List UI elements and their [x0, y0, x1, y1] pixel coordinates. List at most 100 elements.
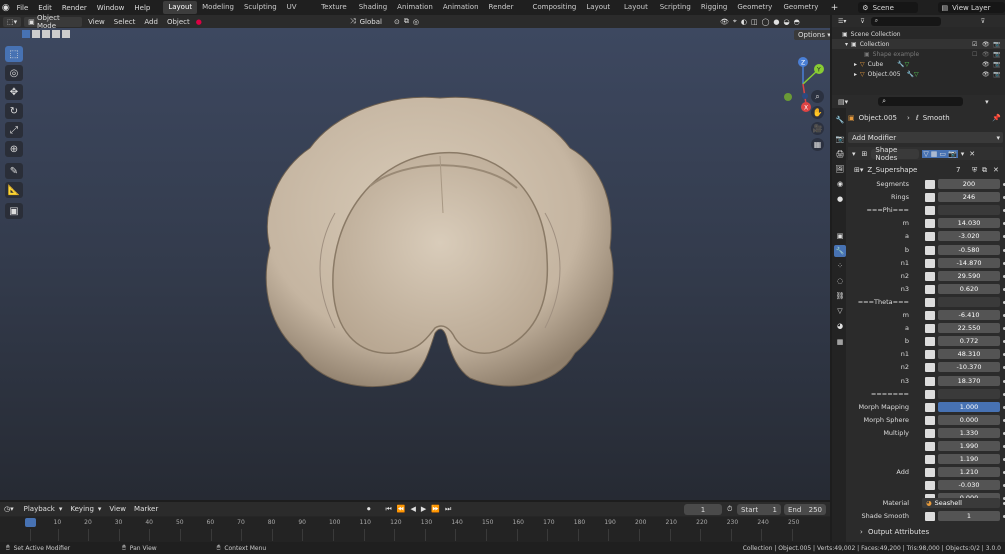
param-socket-icon[interactable]: [925, 350, 935, 360]
render-tab-icon[interactable]: 📷: [834, 133, 846, 145]
3d-viewport[interactable]: Options ▾ ⬚ ◎ ✥ ↻ ⤢ ⊕ ✎ 📐 ▣ Z Y X ⌕ ✋ 🎥 …: [0, 28, 830, 500]
neg-y-axis-icon[interactable]: [784, 93, 792, 101]
constraints-tab-icon[interactable]: ⛓: [834, 290, 846, 302]
cube-expand-icon[interactable]: ▸: [854, 61, 857, 68]
modifier-name-field[interactable]: Shape Nodes: [871, 146, 920, 162]
modifier-tab-icon[interactable]: 🔧: [834, 245, 846, 257]
param-value-field[interactable]: -0.030: [938, 480, 1000, 491]
output-attributes-row[interactable]: › Output Attributes: [846, 526, 1005, 538]
select-subtract-icon[interactable]: [42, 30, 50, 38]
param-socket-icon[interactable]: [925, 337, 935, 347]
filter-icon[interactable]: ⊽: [860, 18, 864, 25]
modifier-collapse-icon[interactable]: ▾: [852, 150, 856, 158]
object-menu[interactable]: Object: [164, 18, 193, 26]
modifier-menu-icon[interactable]: ▾: [961, 150, 965, 158]
menu-help[interactable]: Help: [129, 4, 155, 12]
add-cube-tool[interactable]: ▣: [5, 203, 23, 219]
blender-logo-icon[interactable]: ◉: [0, 1, 12, 14]
param-socket-icon[interactable]: [925, 363, 935, 373]
workspace-tab-uv-editing[interactable]: UV Editing: [282, 1, 316, 24]
mode-selector[interactable]: ▣ Object Mode: [24, 14, 83, 30]
workspace-tab-geometry-nodes[interactable]: Geometry Nodes: [732, 1, 778, 24]
overlay-icon[interactable]: ◐: [741, 18, 747, 26]
cage-icon[interactable]: ▦: [929, 149, 939, 158]
workspace-tab-modeling[interactable]: Modeling: [197, 1, 239, 14]
gizmo-icon[interactable]: ⌖: [733, 17, 737, 26]
tool-tab-icon[interactable]: 🔧: [834, 114, 846, 126]
jump-keyframe-forward-icon[interactable]: ⏩: [431, 505, 440, 513]
wireframe-shading-icon[interactable]: ◯: [762, 18, 770, 26]
shape-example-camera-icon[interactable]: 📷: [993, 51, 1000, 58]
camera-icon[interactable]: 🎥: [811, 122, 824, 135]
param-socket-icon[interactable]: [925, 428, 935, 438]
workspace-tab-scripting[interactable]: Scripting: [655, 1, 696, 14]
select-box-tool[interactable]: ⬚: [5, 46, 23, 62]
texture-tab-icon[interactable]: ▦: [834, 336, 846, 348]
param-socket-icon[interactable]: [925, 284, 935, 294]
workspace-tab-rigging[interactable]: Rigging: [696, 1, 733, 14]
workspace-tab-animation-2[interactable]: Animation 2: [438, 1, 484, 24]
param-value-field[interactable]: 14.030: [938, 218, 1000, 229]
playback-menu[interactable]: Playback: [24, 505, 55, 513]
pin-icon[interactable]: 📌: [992, 114, 1001, 122]
rotate-tool[interactable]: ↻: [5, 103, 23, 119]
param-value-field[interactable]: -10.370: [938, 362, 1000, 373]
param-socket-icon[interactable]: [925, 402, 935, 412]
param-socket-icon[interactable]: [925, 180, 935, 189]
object005-expand-icon[interactable]: ▸: [854, 71, 857, 78]
workspace-tab-animation[interactable]: Animation: [392, 1, 438, 14]
end-frame-field[interactable]: End 250: [784, 504, 826, 515]
transform-tool[interactable]: ⊕: [5, 141, 23, 157]
param-value-field[interactable]: 246: [938, 192, 1000, 203]
param-socket-icon[interactable]: [925, 258, 935, 268]
render-display-icon[interactable]: 📷: [947, 149, 958, 158]
play-reverse-icon[interactable]: ◀: [411, 505, 416, 513]
object005-label[interactable]: Object.005: [868, 71, 901, 78]
shade-smooth-socket-icon[interactable]: [925, 512, 935, 521]
param-value-field[interactable]: 22.550: [938, 323, 1000, 334]
param-socket-icon[interactable]: [925, 455, 935, 465]
select-new-icon[interactable]: [22, 30, 30, 38]
select-menu[interactable]: Select: [111, 18, 139, 26]
param-value-field[interactable]: 0.620: [938, 283, 1000, 294]
param-value-field[interactable]: 1.210: [938, 467, 1000, 478]
param-socket-icon[interactable]: [925, 206, 935, 216]
scale-tool[interactable]: ⤢: [5, 122, 23, 138]
param-value-field[interactable]: 0.772: [938, 336, 1000, 347]
param-value-field[interactable]: 1.190: [938, 454, 1000, 465]
scene-collection-label[interactable]: Scene Collection: [851, 31, 901, 38]
view-layer-selector[interactable]: ▤ View Layer: [937, 2, 1005, 13]
playhead[interactable]: [25, 518, 36, 527]
param-value-field[interactable]: -3.020: [938, 231, 1000, 242]
record-icon[interactable]: ⏺: [367, 505, 371, 514]
param-value-field[interactable]: -0.580: [938, 244, 1000, 255]
data-tab-icon[interactable]: ▽: [834, 305, 846, 317]
viewport-display-icon[interactable]: ▭: [938, 149, 948, 158]
rendered-shading-icon[interactable]: ◓: [794, 18, 800, 26]
param-socket-icon[interactable]: [925, 415, 935, 425]
xray-icon[interactable]: ◫: [751, 18, 758, 26]
param-value-field[interactable]: 1.330: [938, 427, 1000, 438]
param-socket-icon[interactable]: [925, 468, 935, 478]
param-value-field[interactable]: 29.590: [938, 270, 1000, 281]
view-layer-tab-icon[interactable]: 🖼: [834, 163, 846, 175]
workspace-tab-compositing[interactable]: Compositing: [527, 1, 581, 14]
play-icon[interactable]: ▶: [421, 505, 426, 513]
outliner-filter-icon[interactable]: ⊽: [981, 18, 985, 25]
select-intersect-icon[interactable]: [62, 30, 70, 38]
current-frame-field[interactable]: 1: [684, 504, 722, 515]
edit-mode-icon[interactable]: ▽: [922, 149, 930, 158]
menu-window[interactable]: Window: [92, 4, 130, 12]
param-socket-icon[interactable]: [925, 376, 935, 386]
param-socket-icon[interactable]: [925, 271, 935, 281]
view-menu[interactable]: View: [85, 18, 108, 26]
cube-camera-icon[interactable]: 📷: [993, 61, 1000, 68]
shape-example-eye-icon[interactable]: 👁: [982, 51, 990, 58]
cursor-tool[interactable]: ◎: [5, 65, 23, 81]
object005-camera-icon[interactable]: 📷: [993, 71, 1000, 78]
scene-tab-icon[interactable]: ◉: [834, 178, 846, 190]
proportional-icon[interactable]: ◎: [413, 18, 419, 26]
scene-selector[interactable]: ⚙ Scene: [858, 2, 918, 13]
param-socket-icon[interactable]: [925, 324, 935, 334]
supershape-mesh[interactable]: [255, 88, 625, 403]
